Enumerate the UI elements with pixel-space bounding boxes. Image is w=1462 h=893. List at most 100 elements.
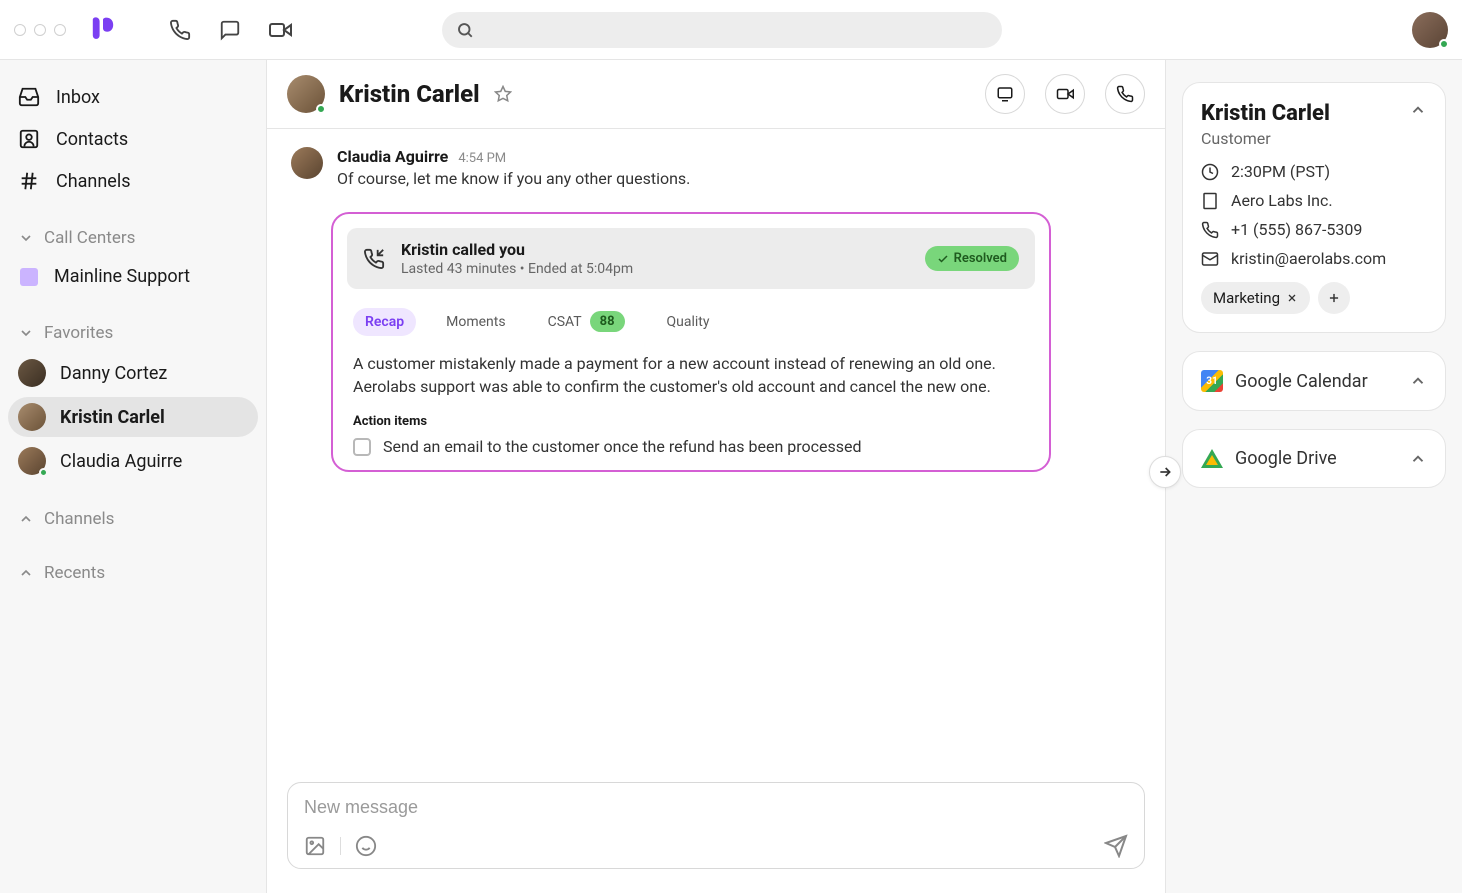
- favorite-label: Claudia Aguirre: [60, 451, 182, 472]
- action-items-heading: Action items: [347, 414, 1035, 429]
- action-item: Send an email to the customer once the r…: [347, 437, 1035, 456]
- call-title: Kristin called you: [401, 240, 909, 259]
- favorite-kristin-carlel[interactable]: Kristin Carlel: [8, 397, 258, 437]
- video-call-button[interactable]: [1045, 74, 1085, 114]
- details-pane: Kristin Carlel Customer 2:30PM (PST) Aer…: [1166, 60, 1462, 893]
- chevron-up-icon[interactable]: [1409, 372, 1427, 390]
- add-tag-button[interactable]: [1318, 282, 1350, 314]
- emoji-icon[interactable]: [355, 835, 377, 857]
- nav-inbox[interactable]: Inbox: [8, 78, 258, 116]
- contact-role: Customer: [1201, 129, 1330, 148]
- traffic-light-minimize[interactable]: [34, 24, 46, 36]
- google-drive-icon: [1201, 449, 1223, 468]
- tab-csat[interactable]: CSAT 88: [536, 305, 637, 338]
- chevron-up-icon: [18, 511, 34, 527]
- tab-moments[interactable]: Moments: [434, 308, 517, 336]
- contact-email: kristin@aerolabs.com: [1231, 249, 1386, 268]
- contact-name: Kristin Carlel: [1201, 101, 1330, 126]
- chevron-down-icon: [18, 325, 34, 341]
- image-icon[interactable]: [304, 835, 326, 857]
- send-icon[interactable]: [1104, 834, 1128, 858]
- avatar: [18, 403, 46, 431]
- contact-time: 2:30PM (PST): [1231, 162, 1330, 181]
- traffic-light-close[interactable]: [14, 24, 26, 36]
- google-calendar-icon: 31: [1201, 370, 1223, 392]
- composer-input[interactable]: [304, 797, 1128, 818]
- message-time: 4:54 PM: [458, 151, 506, 166]
- tab-quality[interactable]: Quality: [655, 308, 722, 336]
- window-controls[interactable]: [14, 24, 66, 36]
- recap-text: A customer mistakenly made a payment for…: [347, 352, 1035, 398]
- current-user-avatar[interactable]: [1412, 12, 1448, 48]
- status-online-icon: [316, 104, 326, 114]
- screen-share-button[interactable]: [985, 74, 1025, 114]
- chevron-up-icon[interactable]: [1409, 101, 1427, 119]
- resolved-label: Resolved: [954, 251, 1007, 266]
- section-call-centers[interactable]: Call Centers: [8, 218, 258, 254]
- nav-contacts[interactable]: Contacts: [8, 120, 258, 158]
- google-drive-label: Google Drive: [1235, 448, 1337, 469]
- collapse-details-button[interactable]: [1149, 456, 1181, 488]
- contact-company-row: Aero Labs Inc.: [1201, 191, 1427, 210]
- contact-panel: Kristin Carlel Customer 2:30PM (PST) Aer…: [1182, 82, 1446, 333]
- csat-label: CSAT: [548, 314, 582, 330]
- nav-channels[interactable]: Channels: [8, 162, 258, 200]
- contact-email-row: kristin@aerolabs.com: [1201, 249, 1427, 268]
- section-channels[interactable]: Channels: [8, 499, 258, 535]
- message-icon[interactable]: [218, 18, 242, 42]
- phone-call-button[interactable]: [1105, 74, 1145, 114]
- avatar: [18, 359, 46, 387]
- video-icon[interactable]: [268, 18, 292, 42]
- section-favorites-label: Favorites: [44, 323, 113, 343]
- phone-icon: [1201, 221, 1219, 239]
- sidebar: Inbox Contacts Channels Call Centers Mai…: [0, 60, 266, 893]
- tag-marketing[interactable]: Marketing: [1201, 282, 1310, 314]
- csat-value: 88: [590, 311, 625, 332]
- star-icon[interactable]: [494, 85, 512, 103]
- traffic-light-maximize[interactable]: [54, 24, 66, 36]
- check-icon: [937, 253, 949, 265]
- mail-icon: [1201, 250, 1219, 268]
- google-calendar-panel[interactable]: 31 Google Calendar: [1182, 351, 1446, 411]
- contact-phone: +1 (555) 867-5309: [1231, 220, 1362, 239]
- chevron-up-icon[interactable]: [1409, 450, 1427, 468]
- status-online-icon: [1439, 39, 1449, 49]
- search-input[interactable]: [484, 21, 988, 38]
- phone-icon[interactable]: [168, 18, 192, 42]
- section-channels-label: Channels: [44, 509, 114, 529]
- tab-recap[interactable]: Recap: [353, 308, 416, 336]
- call-subtitle: Lasted 43 minutes • Ended at 5:04pm: [401, 261, 909, 277]
- sidebar-item-mainline-support[interactable]: Mainline Support: [8, 258, 258, 295]
- sidebar-item-mainline-label: Mainline Support: [54, 266, 190, 287]
- favorite-danny-cortez[interactable]: Danny Cortez: [8, 353, 258, 393]
- contacts-icon: [18, 128, 40, 150]
- section-recents[interactable]: Recents: [8, 553, 258, 589]
- conversation-title: Kristin Carlel: [339, 80, 480, 108]
- close-icon[interactable]: [1286, 292, 1298, 304]
- call-summary-card: Kristin called you Lasted 43 minutes • E…: [331, 212, 1051, 472]
- nav-channels-label: Channels: [56, 171, 131, 192]
- contact-time-row: 2:30PM (PST): [1201, 162, 1427, 181]
- action-item-text: Send an email to the customer once the r…: [383, 437, 862, 456]
- section-favorites[interactable]: Favorites: [8, 313, 258, 349]
- inbox-icon: [18, 86, 40, 108]
- search-bar[interactable]: [442, 12, 1002, 48]
- building-icon: [1201, 192, 1219, 210]
- channel-color-icon: [20, 268, 38, 286]
- section-call-centers-label: Call Centers: [44, 228, 135, 248]
- chevron-down-icon: [18, 230, 34, 246]
- favorite-label: Kristin Carlel: [60, 407, 165, 428]
- search-icon: [456, 21, 474, 39]
- google-drive-panel[interactable]: Google Drive: [1182, 429, 1446, 488]
- plus-icon: [1327, 291, 1341, 305]
- message: Claudia Aguirre 4:54 PM Of course, let m…: [291, 147, 1141, 188]
- google-calendar-label: Google Calendar: [1235, 371, 1368, 392]
- contact-company: Aero Labs Inc.: [1231, 191, 1333, 210]
- contact-phone-row: +1 (555) 867-5309: [1201, 220, 1427, 239]
- conversation-pane: Kristin Carlel Claudia Aguirre 4:54 PM: [266, 60, 1166, 893]
- favorite-claudia-aguirre[interactable]: Claudia Aguirre: [8, 441, 258, 481]
- resolved-badge: Resolved: [925, 246, 1019, 271]
- action-item-checkbox[interactable]: [353, 438, 371, 456]
- incoming-call-icon: [363, 248, 385, 270]
- composer[interactable]: [287, 782, 1145, 869]
